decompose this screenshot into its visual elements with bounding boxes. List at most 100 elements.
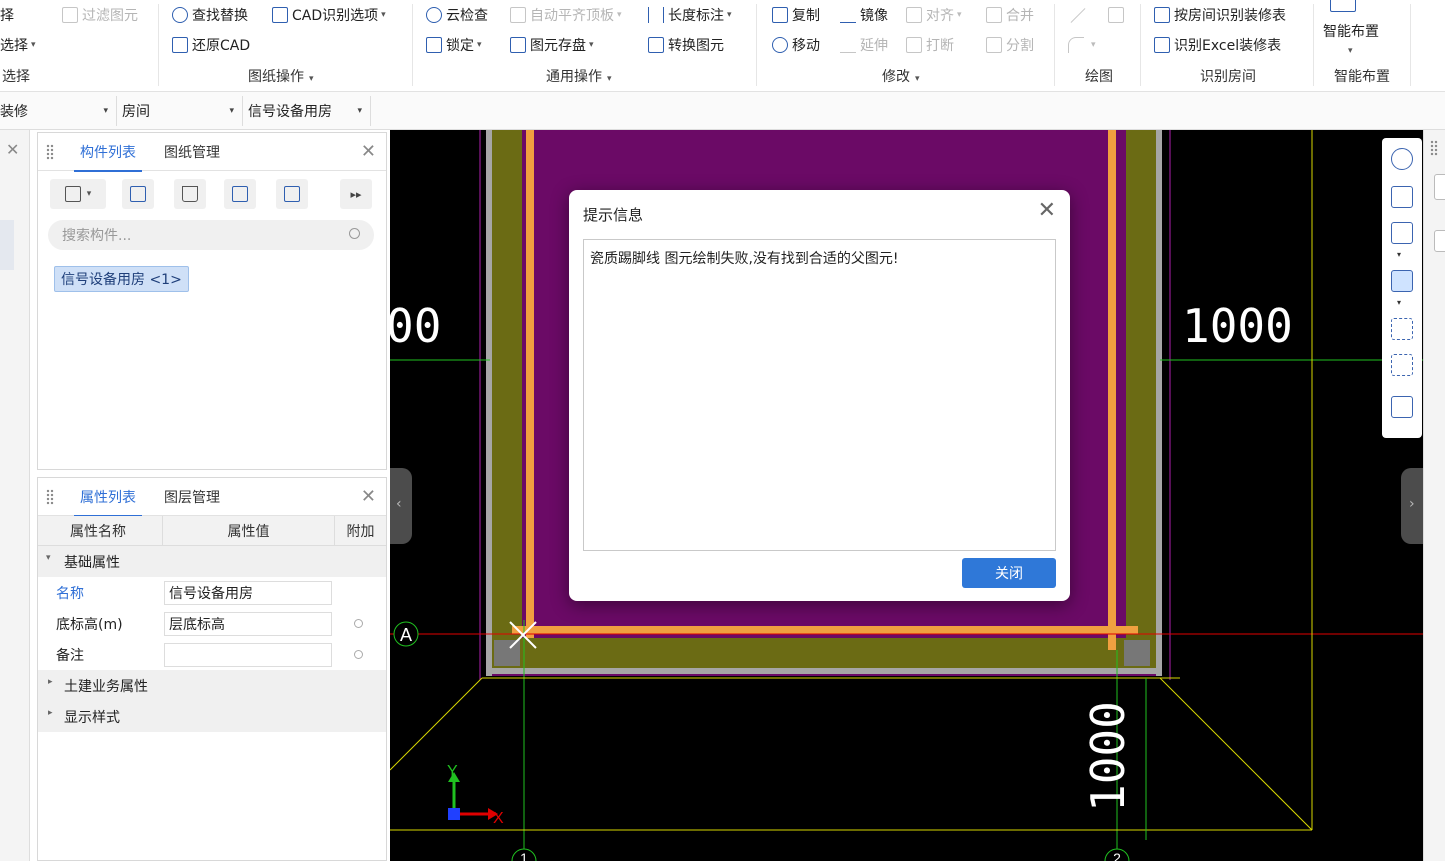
group-separator	[1140, 4, 1141, 86]
group-label-common-ops[interactable]: 通用操作 ▾	[546, 66, 612, 86]
recognize-by-room-button[interactable]: 按房间识别装修表	[1154, 4, 1286, 26]
close-button[interactable]: 关闭	[962, 558, 1056, 588]
line-tool[interactable]	[1068, 4, 1092, 26]
save-icon	[510, 37, 526, 53]
bottom-wall	[492, 638, 1156, 668]
component-type-select[interactable]: 房间 ▾	[122, 100, 240, 122]
move-button[interactable]: 移动	[772, 34, 820, 56]
find-replace-button[interactable]: 查找替换	[172, 4, 248, 26]
dock-tab[interactable]	[1434, 230, 1445, 252]
filter-elements-button[interactable]: 过滤图元	[62, 4, 138, 26]
smart-layout-icon-button[interactable]	[1330, 0, 1360, 14]
divider	[242, 96, 243, 126]
rectangle-icon	[1108, 7, 1124, 23]
auto-align-roof-button[interactable]: 自动平齐顶板 ▾	[510, 4, 622, 26]
tab-layer-management[interactable]: 图层管理	[164, 478, 220, 516]
smart-layout-dropdown[interactable]: ▾	[1348, 40, 1353, 62]
arc-tool[interactable]: ▾	[1068, 34, 1096, 56]
chevron-down-icon[interactable]: ▾	[1397, 298, 1401, 307]
close-icon[interactable]: ✕	[361, 486, 376, 507]
property-row-name[interactable]: 名称 信号设备用房	[38, 577, 386, 608]
right-wall	[1126, 130, 1156, 638]
delete-component-button[interactable]	[174, 179, 206, 209]
close-icon[interactable]: ✕	[361, 141, 376, 162]
group-display-style[interactable]: ▸ 显示样式	[38, 701, 386, 732]
rectangle-tool[interactable]	[1108, 4, 1128, 26]
length-dimension-button[interactable]: 长度标注 ▾	[648, 4, 732, 26]
orbit-icon[interactable]	[1391, 148, 1413, 170]
break-button[interactable]: 打断	[906, 34, 954, 56]
layer-copy-button[interactable]	[224, 179, 256, 209]
group-label-modify[interactable]: 修改 ▾	[882, 66, 920, 86]
split-button[interactable]: 分割	[986, 34, 1034, 56]
close-icon[interactable]: ✕	[1038, 200, 1056, 222]
element-save-button[interactable]: 图元存盘 ▾	[510, 34, 594, 56]
left-outline	[486, 130, 492, 676]
left-panel-toggle[interactable]: ‹	[390, 468, 412, 544]
more-button[interactable]: ▸▸	[340, 179, 372, 209]
chevron-down-icon: ▾	[103, 106, 108, 116]
copy-button[interactable]: 复制	[772, 4, 820, 26]
cube-view-icon[interactable]	[1391, 222, 1413, 244]
component-select[interactable]: 信号设备用房 ▾	[248, 100, 368, 122]
select-tool[interactable]: 择	[0, 4, 14, 26]
mirror-button[interactable]: 镜像	[840, 4, 888, 26]
property-value-input[interactable]: 层底标高	[164, 612, 332, 636]
x-axis-label: X	[493, 810, 504, 827]
select-box-icon[interactable]	[1391, 354, 1413, 376]
attach-checkbox[interactable]	[354, 619, 363, 628]
expand-icon: ▸	[48, 677, 53, 687]
drag-handle-icon[interactable]	[46, 144, 54, 160]
layer-display-icon[interactable]	[1391, 396, 1413, 418]
extend-button[interactable]: 延伸	[840, 34, 888, 56]
app-window: 择 选择 ▾ 选择 过滤图元 查找替换 CAD识别选项 ▾ 还原CAD 图纸操作 ▾ …	[0, 0, 1445, 861]
new-component-button[interactable]: ▾	[50, 179, 106, 209]
fit-view-icon[interactable]	[1391, 318, 1413, 340]
chevron-down-icon[interactable]: ▾	[1397, 250, 1401, 259]
batch-select-tool[interactable]: 选择 ▾	[0, 34, 36, 56]
dimension-text-bottom: 1000	[1081, 701, 1135, 812]
group-civil-properties[interactable]: ▸ 土建业务属性	[38, 670, 386, 701]
component-search-input[interactable]: 搜索构件...	[48, 220, 374, 250]
merge-button[interactable]: 合并	[986, 4, 1034, 26]
property-value-input[interactable]	[164, 643, 332, 667]
tab-component-list[interactable]: 构件列表	[74, 133, 142, 172]
close-icon[interactable]: ✕	[6, 140, 19, 159]
recognize-excel-button[interactable]: 识别Excel装修表	[1154, 34, 1281, 56]
property-row-remark[interactable]: 备注	[38, 639, 386, 670]
component-list-item[interactable]: 信号设备用房 <1>	[54, 266, 189, 292]
group-label-drawing-ops[interactable]: 图纸操作 ▾	[248, 66, 314, 86]
3d-view-icon[interactable]	[1391, 186, 1413, 208]
smart-layout-button[interactable]: 智能布置	[1323, 20, 1379, 42]
layer-copy-icon	[232, 186, 248, 202]
axis-label-a: A	[400, 625, 412, 645]
tab-drawing-management[interactable]: 图纸管理	[164, 133, 220, 171]
drag-handle-icon[interactable]	[46, 489, 54, 505]
tab-property-list[interactable]: 属性列表	[74, 478, 142, 517]
new-file-icon	[64, 186, 81, 202]
nav-item-active[interactable]	[0, 220, 14, 270]
category-select[interactable]: 装修 ▾	[0, 100, 114, 122]
drag-handle-icon[interactable]	[1430, 140, 1438, 156]
dialog-message: 瓷质踢脚线 图元绘制失败,没有找到合适的父图元!	[590, 251, 899, 267]
dock-tab[interactable]	[1434, 174, 1445, 200]
copy-component-button[interactable]	[122, 179, 154, 209]
cad-recognition-options-button[interactable]: CAD识别选项 ▾	[272, 4, 386, 26]
group-basic-properties[interactable]: ▾ 基础属性	[38, 546, 386, 577]
property-row-bottom-elevation[interactable]: 底标高(m) 层底标高	[38, 608, 386, 639]
cloud-check-button[interactable]: 云检查	[426, 4, 488, 26]
solid-view-icon[interactable]	[1391, 270, 1413, 292]
attach-checkbox[interactable]	[354, 650, 363, 659]
dimension-text-right: 1000	[1182, 299, 1293, 353]
right-panel-toggle[interactable]: ›	[1401, 468, 1423, 544]
property-value-input[interactable]: 信号设备用房	[164, 581, 332, 605]
restore-cad-button[interactable]: 还原CAD	[172, 34, 250, 56]
import-button[interactable]	[276, 179, 308, 209]
lock-button[interactable]: 锁定 ▾	[426, 34, 482, 56]
yellow-line	[390, 677, 483, 771]
convert-element-button[interactable]: 转换图元	[648, 34, 724, 56]
column-right	[1124, 640, 1150, 666]
align-button[interactable]: 对齐 ▾	[906, 4, 962, 26]
double-chevron-right-icon: ▸▸	[350, 187, 362, 201]
cad-icon	[272, 7, 288, 23]
